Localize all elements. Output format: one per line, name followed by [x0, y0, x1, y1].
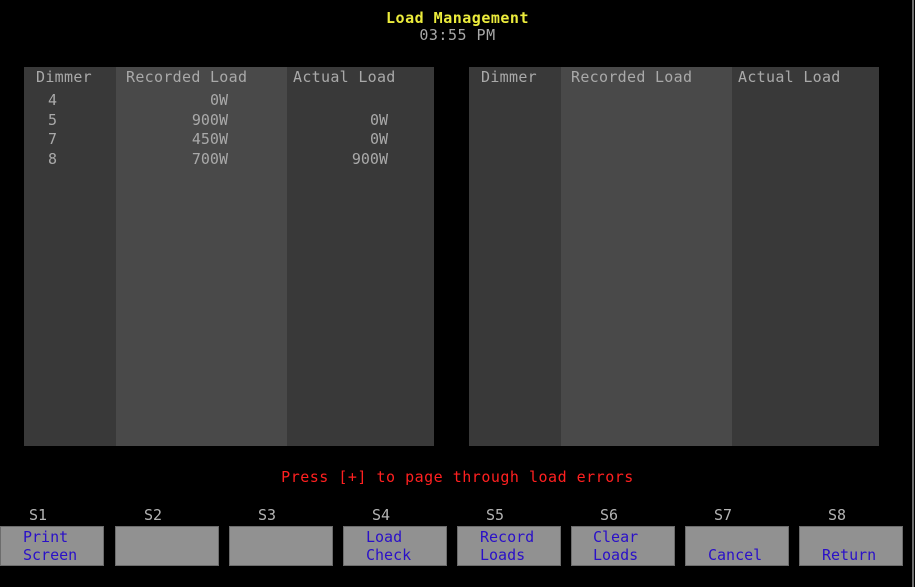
load-table-right: Dimmer Recorded Load Actual Load	[469, 67, 879, 446]
dimmer-column: Dimmer 4 5 7 8	[24, 67, 116, 446]
actual-load-cell	[287, 91, 434, 111]
softkey-label-s2: S2	[143, 506, 163, 524]
return-button[interactable]: Return	[799, 526, 903, 566]
actual-load-cell: 0W	[369, 130, 388, 148]
page-title: Load Management	[386, 9, 529, 27]
recorded-load-column: Recorded Load	[561, 67, 732, 446]
softkey-line1	[822, 529, 902, 547]
softkey-line1: Load	[366, 528, 403, 546]
softkey-label-s5: S5	[485, 506, 505, 524]
softkey-line2: Check	[366, 546, 412, 564]
softkey-label-s3: S3	[257, 506, 277, 524]
softkey-line2: Loads	[593, 546, 639, 564]
recorded-load-column: Recorded Load 0W 900W 450W 700W	[116, 67, 287, 446]
dimmer-header: Dimmer	[481, 68, 537, 86]
softkey-line1: Print	[23, 528, 69, 546]
softkey-line1	[252, 529, 332, 547]
softkey-line2: Screen	[23, 546, 78, 564]
softkey-label-s6: S6	[599, 506, 619, 524]
softkey-label-s4: S4	[371, 506, 391, 524]
status-message: Press [+] to page through load errors	[281, 468, 634, 486]
print-screen-button[interactable]: Print Screen	[0, 526, 104, 566]
softkey-line2: Return	[822, 546, 877, 564]
actual-load-column: Actual Load 0W 0W 900W	[287, 67, 434, 446]
record-loads-button[interactable]: Record Loads	[457, 526, 561, 566]
actual-load-cell: 0W	[369, 110, 388, 129]
softkey-s2-button[interactable]	[115, 526, 219, 566]
softkey-line2	[138, 547, 218, 565]
softkey-label-s8: S8	[827, 506, 847, 524]
recorded-load-cell: 900W	[191, 110, 228, 129]
clock-time: 03:55 PM	[419, 26, 496, 44]
load-table-left: Dimmer 4 5 7 8 Recorded Load 0W 900W 450…	[24, 67, 434, 446]
softkey-line1: Clear	[593, 528, 639, 546]
screen-edge-line	[912, 0, 914, 587]
softkey-line1	[708, 529, 788, 547]
softkey-label-s7: S7	[713, 506, 733, 524]
dimmer-column: Dimmer	[469, 67, 561, 446]
load-check-button[interactable]: Load Check	[343, 526, 447, 566]
softkey-line2: Cancel	[708, 546, 763, 564]
actual-load-cell: 900W	[351, 149, 388, 168]
dimmer-cell[interactable]: 5	[24, 111, 116, 131]
recorded-load-header: Recorded Load	[571, 68, 693, 86]
softkey-line2: Loads	[480, 546, 526, 564]
dimmer-cell[interactable]: 4	[24, 91, 116, 111]
softkey-line1: Record	[480, 528, 535, 546]
softkey-line1	[138, 529, 218, 547]
recorded-load-cell: 450W	[191, 130, 228, 148]
softkey-s3-button[interactable]	[229, 526, 333, 566]
cancel-button[interactable]: Cancel	[685, 526, 789, 566]
load-management-screen: Load Management 03:55 PM Dimmer 4 5 7 8 …	[0, 0, 915, 587]
dimmer-header: Dimmer	[36, 68, 92, 86]
dimmer-cell[interactable]: 7	[24, 130, 116, 150]
recorded-load-cell: 0W	[209, 91, 228, 109]
actual-load-header: Actual Load	[293, 68, 396, 86]
recorded-load-header: Recorded Load	[126, 68, 248, 86]
softkey-line2	[252, 547, 332, 565]
clear-loads-button[interactable]: Clear Loads	[571, 526, 675, 566]
actual-load-column: Actual Load	[732, 67, 879, 446]
recorded-load-cell: 700W	[191, 149, 228, 168]
actual-load-header: Actual Load	[738, 68, 841, 86]
dimmer-cell[interactable]: 8	[24, 150, 116, 170]
softkey-label-s1: S1	[28, 506, 48, 524]
